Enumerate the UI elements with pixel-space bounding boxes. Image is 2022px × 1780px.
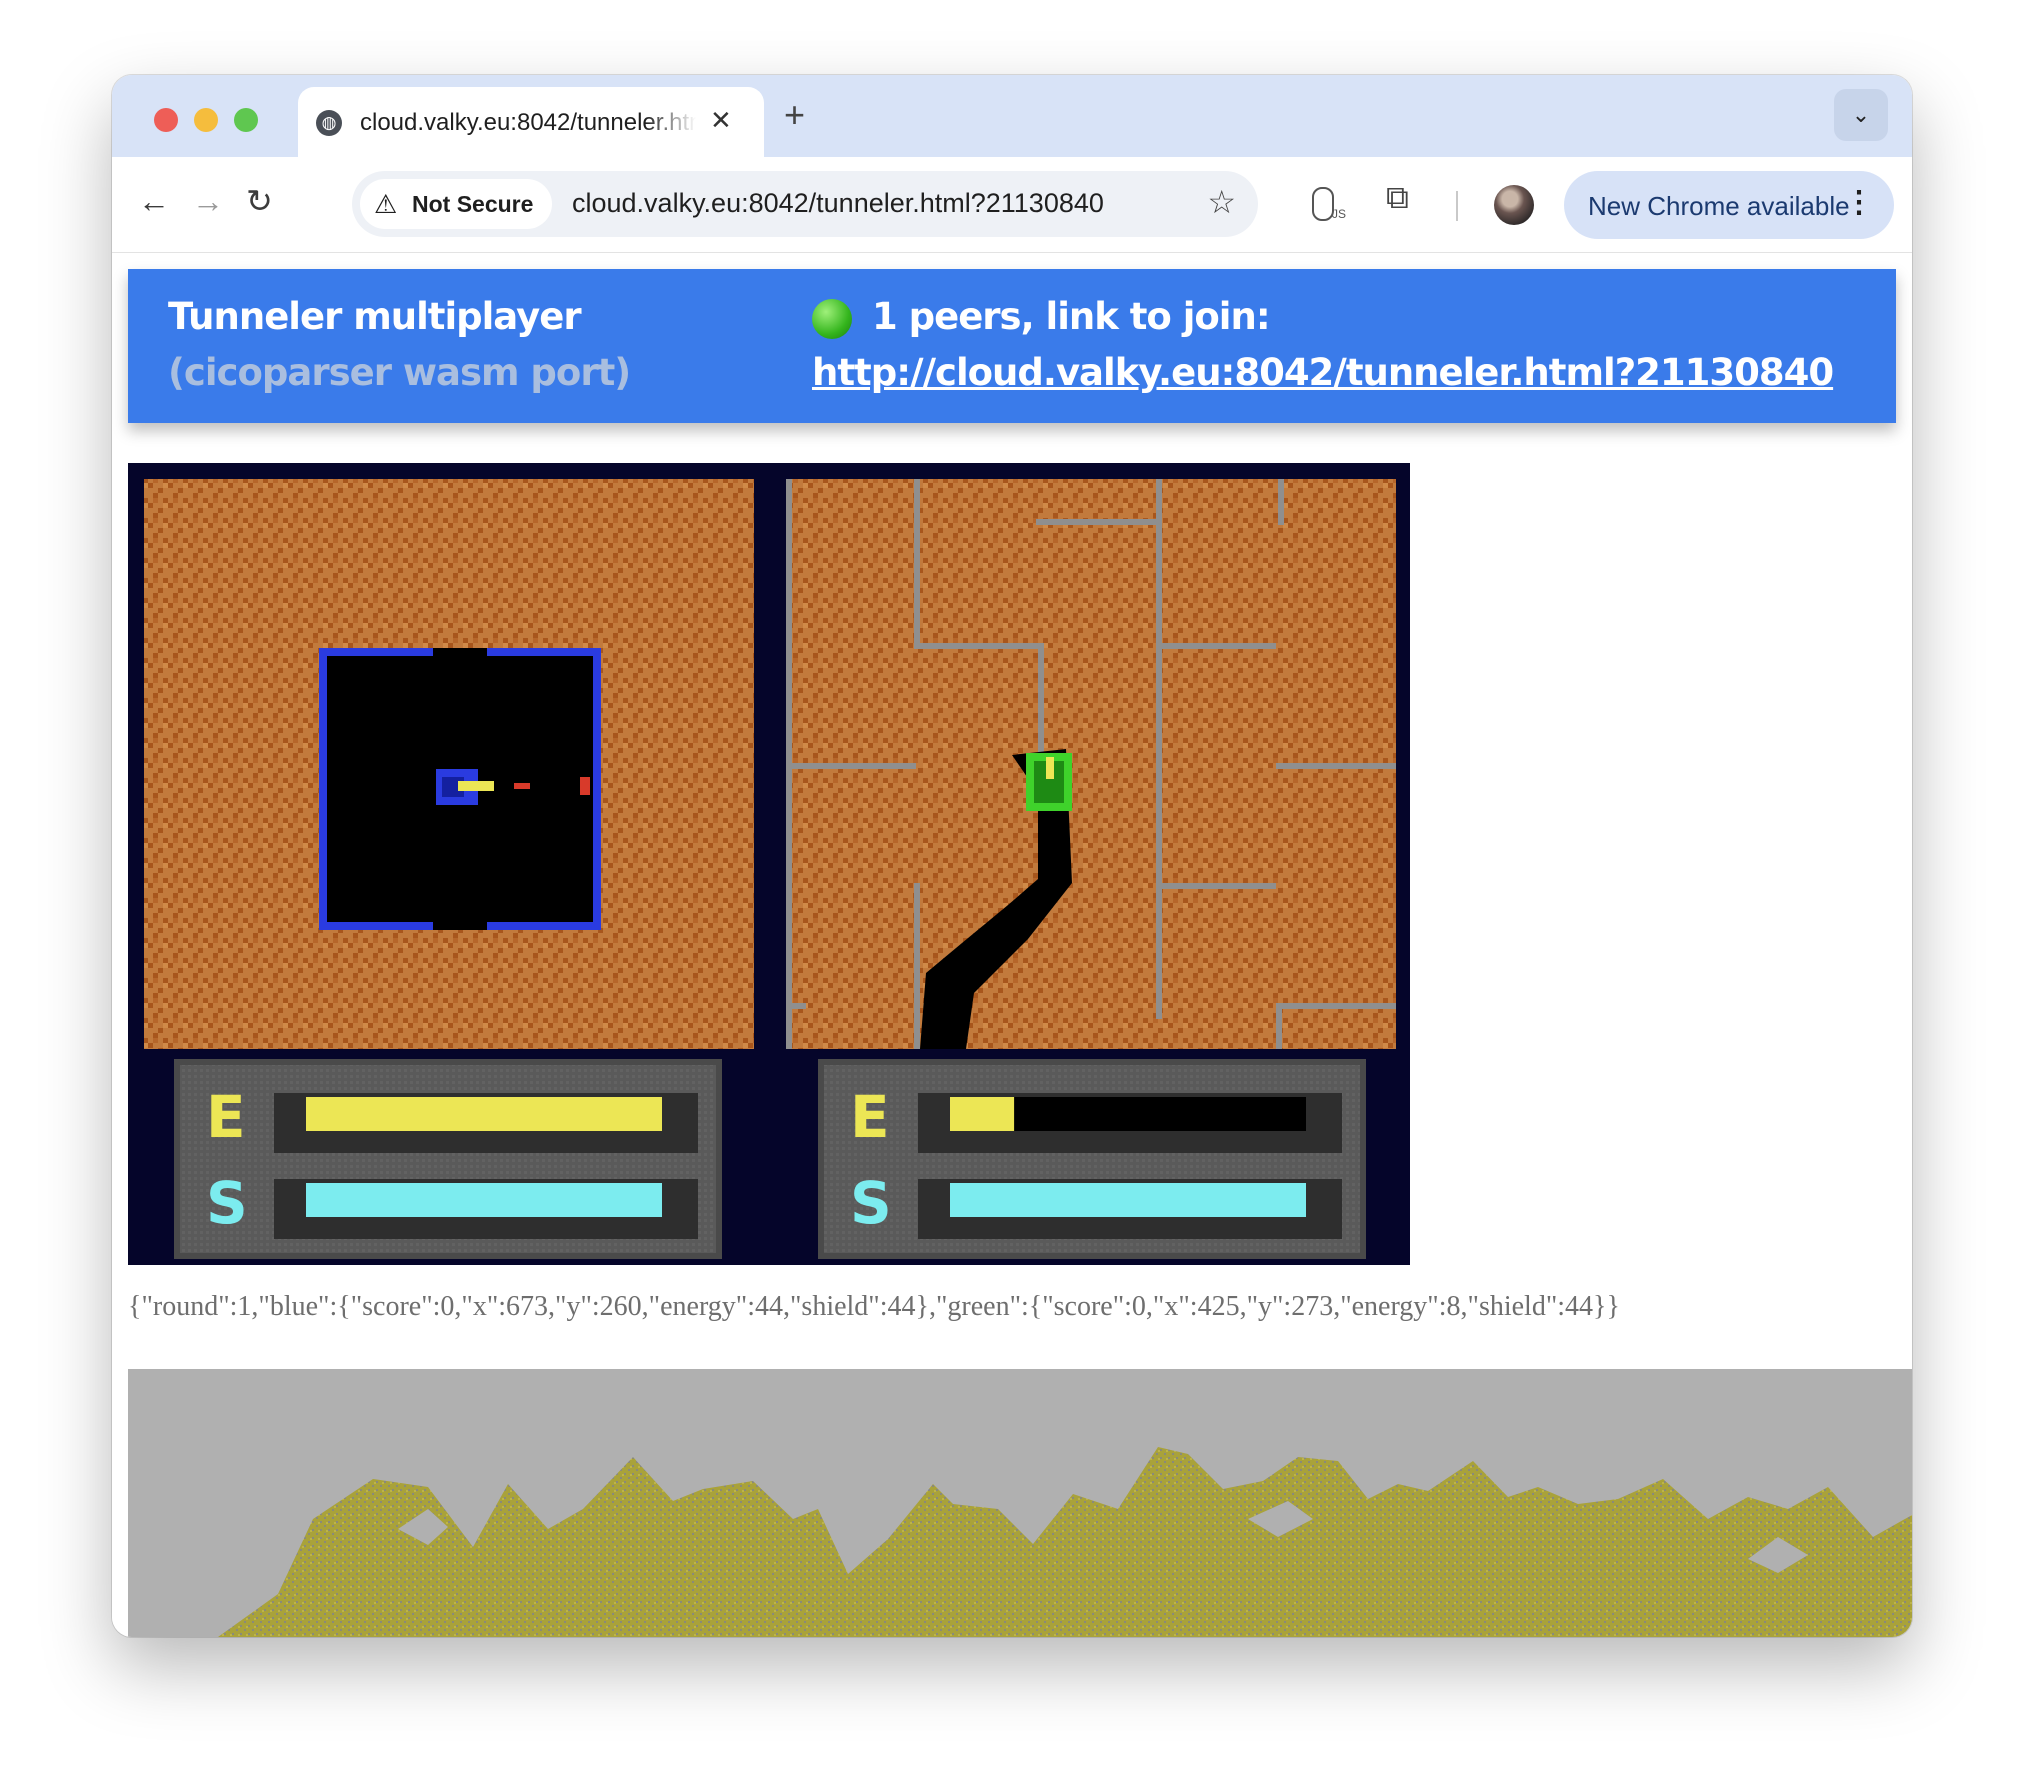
green-tank <box>1026 753 1072 811</box>
window-close-button[interactable] <box>154 108 178 132</box>
game-canvas[interactable]: E S E S <box>128 463 1410 1265</box>
avatar[interactable] <box>1494 185 1534 225</box>
arrow-right-icon[interactable]: → <box>192 179 224 223</box>
window-maximize-button[interactable] <box>234 108 258 132</box>
green-dot-icon <box>812 299 852 339</box>
toolbar: ← → ↻ ⚠ Not Secure cloud.valky.eu:8042/t… <box>112 157 1912 253</box>
page-header: Tunneler multiplayer (cicoparser wasm po… <box>128 269 1896 423</box>
page-subtitle: (cicoparser wasm port) <box>168 351 631 394</box>
shield-label: S <box>850 1169 892 1237</box>
browser-window: ◍ cloud.valky.eu:8042/tunneler.html?2113… <box>112 75 1912 1637</box>
tab-strip: ◍ cloud.valky.eu:8042/tunneler.html?2113… <box>112 75 1912 157</box>
window-minimize-button[interactable] <box>194 108 218 132</box>
join-link[interactable]: http://cloud.valky.eu:8042/tunneler.html… <box>812 351 1834 394</box>
arrow-left-icon[interactable]: ← <box>138 179 170 223</box>
projectile <box>514 783 530 789</box>
terrain-preview <box>128 1369 1912 1637</box>
security-chip[interactable]: ⚠ Not Secure <box>360 179 552 229</box>
warning-icon: ⚠ <box>374 189 398 219</box>
energy-fill <box>306 1097 662 1131</box>
plus-icon[interactable]: + <box>784 95 805 135</box>
reload-icon[interactable]: ↻ <box>246 179 273 223</box>
kebab-icon[interactable]: ⋮ <box>1844 185 1874 220</box>
browser-tab[interactable]: ◍ cloud.valky.eu:8042/tunneler.html?2113… <box>298 87 764 157</box>
update-label: New Chrome available <box>1588 191 1850 221</box>
close-icon[interactable]: ✕ <box>710 105 732 136</box>
green-viewport <box>786 479 1396 1049</box>
url-text[interactable]: cloud.valky.eu:8042/tunneler.html?211308… <box>572 188 1104 219</box>
shield-fill <box>950 1183 1306 1217</box>
chevron-down-icon[interactable]: ⌄ <box>1834 89 1888 141</box>
peers-status: 1 peers, link to join: <box>872 295 1271 338</box>
star-icon[interactable]: ☆ <box>1207 183 1236 221</box>
energy-fill <box>950 1097 1015 1131</box>
toolbar-divider <box>1456 191 1458 221</box>
update-chrome-button[interactable]: New Chrome available ⋮ <box>1564 171 1894 239</box>
page-content: Tunneler multiplayer (cicoparser wasm po… <box>112 253 1912 1637</box>
address-bar[interactable]: ⚠ Not Secure cloud.valky.eu:8042/tunnele… <box>352 171 1258 237</box>
shield-label: S <box>206 1169 248 1237</box>
page-title: Tunneler multiplayer <box>168 295 582 338</box>
game-state-text: {"round":1,"blue":{"score":0,"x":673,"y"… <box>128 1291 1620 1322</box>
puzzle-icon[interactable]: ⧉ <box>1386 179 1409 217</box>
energy-label: E <box>206 1083 246 1151</box>
shield-fill <box>306 1183 662 1217</box>
red-marker <box>580 777 590 795</box>
blue-viewport <box>144 479 754 1049</box>
js-toggle-icon[interactable]: JS <box>1308 183 1350 227</box>
globe-icon: ◍ <box>316 110 342 136</box>
security-label: Not Secure <box>412 191 534 217</box>
tab-title: cloud.valky.eu:8042/tunneler.html?211308… <box>360 109 696 136</box>
energy-label: E <box>850 1083 890 1151</box>
